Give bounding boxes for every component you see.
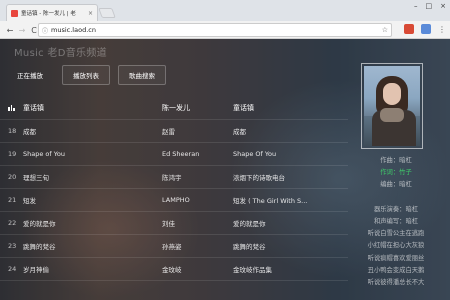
song-name: 岁月神偷	[23, 266, 49, 274]
maximize-icon[interactable]: □	[426, 2, 433, 10]
playing-indicator-icon	[8, 96, 20, 119]
extension-icon[interactable]	[421, 24, 431, 34]
now-playing-row[interactable]: 童话镇 陈一发儿 童话镇	[0, 96, 348, 120]
song-number: 23	[8, 242, 17, 250]
tab-playlist[interactable]: 播放列表	[62, 65, 110, 85]
song-number: 18	[8, 127, 17, 135]
tab-now-playing[interactable]: 正在播放	[6, 65, 54, 85]
table-row[interactable]: 19 Shape of You Ed Sheeran Shape Of You	[0, 143, 348, 166]
artist-name: Ed Sheeran	[162, 150, 200, 158]
song-name: 成都	[23, 128, 36, 136]
tab-close-icon[interactable]: ×	[88, 10, 93, 17]
lyric-line: 听说白雪公主在逃跑	[367, 230, 425, 238]
artist-name: 孙燕姿	[162, 243, 182, 251]
lyric-line	[346, 192, 446, 204]
song-name: Shape of You	[23, 150, 65, 158]
artist-name: 金玟岐	[162, 266, 182, 274]
extension-icon[interactable]	[404, 24, 414, 34]
artist-name: 陈一发儿	[162, 103, 190, 112]
url-text[interactable]: music.laod.cn	[51, 26, 382, 34]
lyric-line: 丑小鸭会变成白天鹅	[367, 266, 425, 274]
album-name: Shape Of You	[233, 150, 277, 158]
site-title: Music 老D音乐频道	[14, 48, 107, 59]
new-tab-button[interactable]	[98, 8, 116, 18]
album-name: 浓烟下的诗歌电台	[233, 174, 285, 182]
tab-title: 童话镇 - 陈一发儿 | 老	[21, 11, 76, 17]
close-window-icon[interactable]: ×	[440, 2, 446, 10]
lyric-line: 小红帽在担心大灰狼	[367, 242, 425, 250]
music-page: Music 老D音乐频道 正在播放 播放列表 歌曲搜索 童话镇 陈一发儿 童话镇…	[0, 39, 450, 300]
lyric-line: 听说彼得潘总长不大	[367, 279, 425, 287]
lyric-line: 听说疯帽喜欢爱丽丝	[367, 254, 425, 262]
lyric-line: 编曲：暗杠	[380, 181, 412, 189]
song-number: 20	[8, 173, 17, 181]
album-name: 跳舞的梵谷	[233, 243, 266, 251]
song-name: 跳舞的梵谷	[23, 243, 56, 251]
browser-chrome: 童话镇 - 陈一发儿 | 老 × – □ × ← → C ⓘ music.lao…	[0, 0, 450, 39]
song-name: 短发	[23, 197, 36, 205]
bookmark-star-icon[interactable]: ☆	[382, 26, 388, 34]
lyric-line: 器乐演奏：暗杠	[373, 205, 419, 213]
artist-name: 刘佳	[162, 220, 175, 228]
lyric-line: 和声编写：暗杠	[373, 218, 419, 226]
album-name: 童话镇	[233, 103, 254, 112]
song-list: 童话镇 陈一发儿 童话镇 18 成都 赵雷 成都 19 Shape of You Ed Sh…	[0, 96, 348, 281]
artist-name: LAMPHO	[162, 196, 190, 204]
artist-name: 赵雷	[162, 128, 175, 136]
mode-tabs: 正在播放 播放列表 歌曲搜索	[6, 65, 166, 85]
page-info-icon[interactable]: ⓘ	[42, 26, 48, 35]
address-bar[interactable]: ⓘ music.laod.cn ☆	[38, 23, 392, 37]
table-row[interactable]: 23 跳舞的梵谷 孙燕姿 跳舞的梵谷	[0, 235, 348, 258]
album-cover	[361, 63, 423, 149]
lyrics-panel: 作曲：暗杠作词：竹子编曲：暗杠 器乐演奏：暗杠 和声编写：暗杠 听说白雪公主在逃跑小…	[346, 155, 446, 289]
table-row[interactable]: 18 成都 赵雷 成都	[0, 120, 348, 143]
minimize-icon[interactable]: –	[414, 2, 418, 10]
album-name: 金玟岐作品集	[233, 266, 272, 274]
artist-name: 陈鸿宇	[162, 174, 182, 182]
tab-strip: 童话镇 - 陈一发儿 | 老 × – □ ×	[0, 0, 450, 21]
table-row[interactable]: 20 理想三旬 陈鸿宇 浓烟下的诗歌电台	[0, 166, 348, 189]
album-cover-image	[364, 66, 420, 146]
lyric-line-current: 作词：竹子	[380, 169, 412, 177]
song-number: 22	[8, 219, 17, 227]
song-name: 童话镇	[23, 103, 44, 112]
table-row[interactable]: 21 短发 LAMPHO 短发 ( The Girl With S...	[0, 189, 348, 212]
browser-menu-icon[interactable]: ⋮	[438, 25, 446, 34]
album-name: 成都	[233, 128, 246, 136]
song-number: 19	[8, 150, 17, 158]
table-row[interactable]: 22 爱的就是你 刘佳 爱的就是你	[0, 212, 348, 235]
song-number: 24	[8, 265, 17, 273]
browser-toolbar: ← → C ⓘ music.laod.cn ☆ ⋮	[0, 21, 450, 39]
tab-song-search[interactable]: 歌曲搜索	[118, 65, 166, 85]
album-name: 短发 ( The Girl With S...	[233, 197, 308, 205]
toolbar-right: ⋮	[404, 24, 446, 34]
back-icon[interactable]: ←	[4, 26, 16, 35]
table-row[interactable]: 24 岁月神偷 金玟岐 金玟岐作品集	[0, 258, 348, 281]
music-favicon-icon	[11, 9, 18, 17]
browser-tab[interactable]: 童话镇 - 陈一发儿 | 老 ×	[6, 4, 98, 21]
album-name: 爱的就是你	[233, 220, 266, 228]
window-controls: – □ ×	[414, 2, 446, 10]
song-name: 理想三旬	[23, 174, 49, 182]
lyric-line: 作曲：暗杠	[380, 157, 412, 164]
song-name: 爱的就是你	[23, 220, 56, 228]
song-number: 21	[8, 196, 17, 204]
forward-icon[interactable]: →	[16, 26, 28, 35]
